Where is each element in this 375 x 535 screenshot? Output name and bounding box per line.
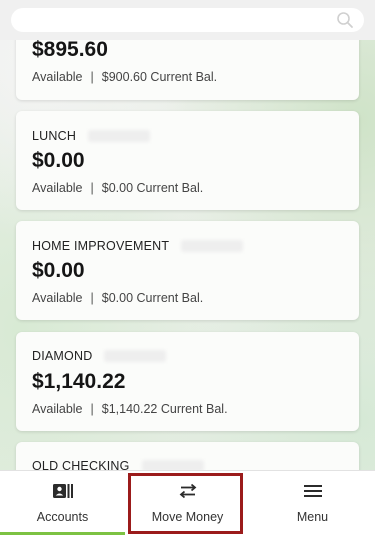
account-balance-line: Available | $1,140.22 Current Bal.	[32, 402, 228, 416]
current-balance: $0.00 Current Bal.	[101, 181, 204, 195]
separator: |	[90, 181, 94, 195]
account-balance-line: Available | $0.00 Current Bal.	[32, 181, 203, 195]
account-name: LUNCH	[32, 129, 151, 143]
search-header	[0, 0, 375, 40]
bottom-nav: Accounts Move Money Menu	[0, 470, 375, 535]
account-name-text: DIAMOND	[32, 349, 93, 363]
account-available-amount: $0.00	[32, 259, 85, 282]
search-input[interactable]	[11, 8, 364, 32]
account-card[interactable]: DIAMOND $1,140.22 Available | $1,140.22 Cu…	[16, 332, 359, 431]
available-label: Available	[32, 70, 83, 84]
account-available-amount: $895.60	[32, 38, 108, 61]
current-balance: $900.60 Current Bal.	[101, 70, 218, 84]
nav-accounts[interactable]: Accounts	[0, 471, 125, 535]
account-card[interactable]: HOME IMPROVEMENT $0.00 Available | $0.00 C…	[16, 221, 359, 320]
available-label: Available	[32, 402, 83, 416]
available-label: Available	[32, 291, 83, 305]
nav-accounts-label: Accounts	[36, 510, 89, 524]
transfer-arrows-icon	[178, 483, 198, 499]
hamburger-menu-icon	[303, 483, 323, 499]
account-name: DIAMOND	[32, 349, 167, 363]
account-name-text: HOME IMPROVEMENT	[32, 239, 170, 253]
account-card[interactable]: LUNCH $0.00 Available | $0.00 Current Bal.	[16, 111, 359, 210]
masked-account-number	[88, 130, 151, 142]
current-balance: $0.00 Current Bal.	[101, 291, 204, 305]
nav-move-money-label: Move Money	[151, 510, 224, 524]
current-balance: $1,140.22 Current Bal.	[101, 402, 228, 416]
nav-move-money[interactable]: Move Money	[125, 471, 250, 535]
account-balance-line: Available | $0.00 Current Bal.	[32, 291, 203, 305]
available-label: Available	[32, 181, 83, 195]
separator: |	[90, 291, 94, 305]
accounts-icon	[52, 483, 74, 499]
masked-account-number	[181, 240, 244, 252]
nav-menu-label: Menu	[296, 510, 329, 524]
separator: |	[90, 70, 94, 84]
masked-account-number	[104, 350, 167, 362]
account-available-amount: $0.00	[32, 149, 85, 172]
account-name-text: LUNCH	[32, 129, 77, 143]
separator: |	[90, 402, 94, 416]
nav-menu[interactable]: Menu	[250, 471, 375, 535]
account-balance-line: Available | $900.60 Current Bal.	[32, 70, 217, 84]
account-name: HOME IMPROVEMENT	[32, 239, 244, 253]
search-icon[interactable]	[336, 11, 354, 29]
account-available-amount: $1,140.22	[32, 370, 126, 393]
